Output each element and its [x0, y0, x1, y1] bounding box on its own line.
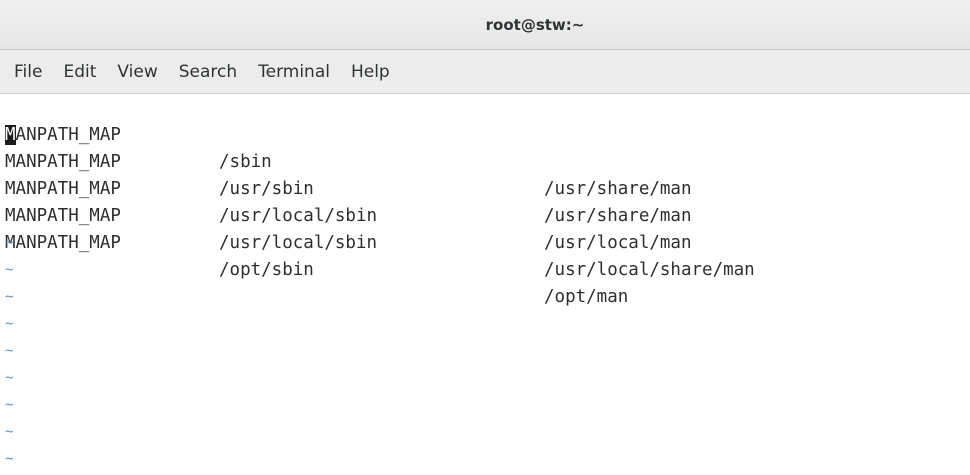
empty-line-marker: ~ — [5, 316, 14, 332]
menu-view[interactable]: View — [117, 62, 157, 82]
empty-line-marker: ~ — [5, 235, 14, 251]
menu-file[interactable]: File — [14, 62, 42, 82]
empty-line: ~ — [0, 392, 970, 419]
title-bar[interactable]: root@stw:~ — [0, 0, 970, 50]
empty-line-marker: ~ — [5, 262, 14, 278]
menu-search[interactable]: Search — [179, 62, 237, 82]
terminal-content[interactable]: MANPATH_MAP /sbin /usr/share/man MANPATH… — [0, 95, 970, 475]
empty-line: ~ — [0, 446, 970, 473]
editor-line: MANPATH_MAP /usr/local/sbin /usr/local/s… — [0, 176, 970, 280]
empty-line: ~ — [0, 419, 970, 446]
editor-line: MANPATH_MAP /usr/sbin /usr/share/man — [0, 122, 970, 226]
menu-help[interactable]: Help — [351, 62, 390, 82]
empty-line-marker: ~ — [5, 343, 14, 359]
empty-line: ~ — [0, 365, 970, 392]
menu-terminal[interactable]: Terminal — [258, 62, 330, 82]
empty-line-marker: ~ — [5, 289, 14, 305]
editor-line: MANPATH_MAP /sbin /usr/share/man — [0, 95, 970, 199]
window-title: root@stw:~ — [485, 15, 585, 34]
empty-line-marker: ~ — [5, 451, 14, 467]
editor-line: MANPATH_MAP /opt/sbin /opt/man — [0, 203, 970, 307]
empty-line: ~ — [0, 284, 970, 311]
empty-line: ~ — [0, 230, 970, 257]
empty-line: ~ — [0, 338, 970, 365]
empty-line-marker: ~ — [5, 370, 14, 386]
empty-line-marker: ~ — [5, 424, 14, 440]
menu-bar: File Edit View Search Terminal Help — [0, 50, 970, 94]
editor-line: MANPATH_MAP /usr/local/sbin /usr/local/m… — [0, 149, 970, 253]
empty-line: ~ — [0, 257, 970, 284]
terminal-window: root@stw:~ File Edit View Search Termina… — [0, 0, 970, 475]
menu-edit[interactable]: Edit — [63, 62, 96, 82]
empty-line-marker: ~ — [5, 397, 14, 413]
empty-line: ~ — [0, 311, 970, 338]
